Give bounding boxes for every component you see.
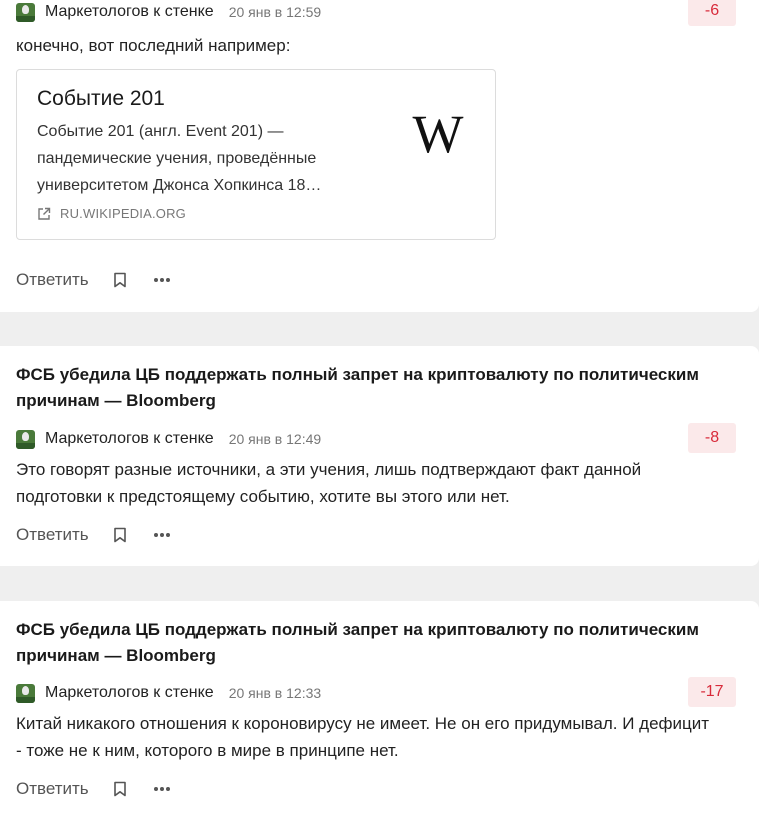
link-preview-source: RU.WIKIPEDIA.ORG	[37, 206, 186, 221]
comment-text: Это говорят разные источники, а эти учен…	[16, 460, 642, 506]
author-name[interactable]: Маркетологов к стенке	[45, 430, 214, 448]
reply-button[interactable]: Ответить	[16, 270, 89, 290]
bookmark-icon[interactable]	[113, 781, 127, 797]
comment-text: конечно, вот последний например:	[16, 36, 291, 55]
author-avatar[interactable]	[16, 2, 35, 22]
comment-actions: Ответить	[16, 268, 171, 292]
bookmark-icon[interactable]	[113, 272, 127, 288]
comment-author-row: Маркетологов к стенке 20 янв в 12:49	[16, 429, 321, 449]
comment-actions: Ответить	[16, 523, 171, 547]
author-name[interactable]: Маркетологов к стенке	[45, 684, 214, 702]
more-dots-icon[interactable]	[153, 277, 171, 283]
comment-card: ФСБ убедила ЦБ поддержать полный запрет …	[0, 346, 759, 566]
link-preview-description: Событие 201 (англ. Event 201) — пандемич…	[37, 123, 322, 194]
link-preview-title: Событие 201	[37, 87, 165, 110]
post-title-link[interactable]: ФСБ убедила ЦБ поддержать полный запрет …	[16, 362, 736, 414]
reply-button[interactable]: Ответить	[16, 779, 89, 799]
external-link-icon	[38, 207, 51, 220]
author-name[interactable]: Маркетологов к стенке	[45, 3, 214, 21]
comment-card: Маркетологов к стенке 20 янв в 12:59 -6 …	[0, 0, 759, 312]
author-avatar[interactable]	[16, 429, 35, 449]
comment-rating[interactable]: -17	[688, 677, 736, 707]
comment-rating[interactable]: -6	[688, 0, 736, 26]
comment-actions: Ответить	[16, 777, 171, 801]
comment-author-row: Маркетологов к стенке 20 янв в 12:33	[16, 683, 321, 703]
comment-text: Китай никакого отношения к короновирусу …	[16, 714, 710, 760]
reply-button[interactable]: Ответить	[16, 525, 89, 545]
post-title-link[interactable]: ФСБ убедила ЦБ поддержать полный запрет …	[16, 617, 736, 669]
bookmark-icon[interactable]	[113, 527, 127, 543]
author-avatar[interactable]	[16, 683, 35, 703]
wikipedia-logo: W	[412, 104, 464, 164]
link-preview-card[interactable]: Событие 201 Событие 201 (англ. Event 201…	[16, 69, 496, 240]
comment-card: ФСБ убедила ЦБ поддержать полный запрет …	[0, 601, 759, 821]
comment-author-row: Маркетологов к стенке 20 янв в 12:59	[16, 2, 321, 22]
more-dots-icon[interactable]	[153, 532, 171, 538]
comment-rating[interactable]: -8	[688, 423, 736, 453]
link-preview-domain: RU.WIKIPEDIA.ORG	[60, 206, 186, 221]
comment-date[interactable]: 20 янв в 12:59	[229, 4, 321, 20]
comment-date[interactable]: 20 янв в 12:33	[229, 685, 321, 701]
more-dots-icon[interactable]	[153, 786, 171, 792]
comment-date[interactable]: 20 янв в 12:49	[229, 431, 321, 447]
